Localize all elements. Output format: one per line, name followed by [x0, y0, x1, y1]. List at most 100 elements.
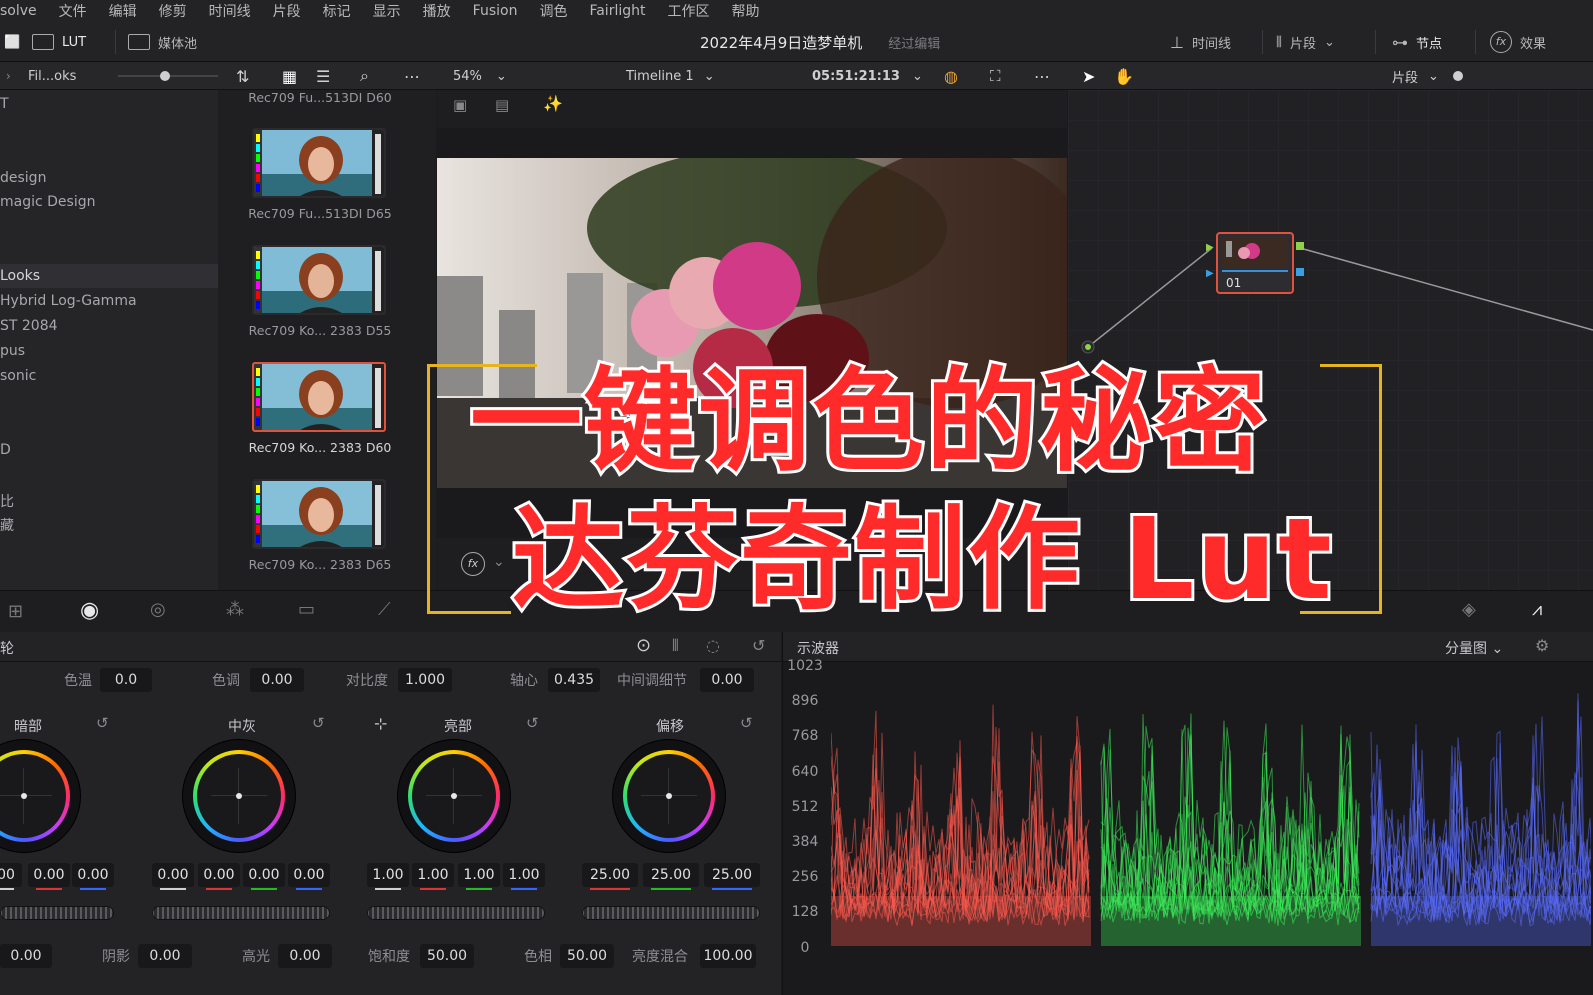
- menu-item[interactable]: 修剪: [159, 1, 187, 21]
- menu-item[interactable]: solve: [0, 3, 37, 19]
- lift-reset-icon[interactable]: ↺: [96, 714, 109, 732]
- tree-item[interactable]: magic Design: [0, 190, 218, 214]
- scope-mode-dropdown[interactable]: 分量图 ⌄: [1445, 638, 1503, 658]
- gamma-reset-icon[interactable]: ↺: [312, 714, 325, 732]
- contrast-field[interactable]: 1.000: [398, 668, 452, 692]
- keyframes-icon[interactable]: ◈: [1462, 599, 1476, 620]
- crosshair-icon[interactable]: ⊹: [374, 714, 387, 733]
- pivot-field[interactable]: 0.435: [548, 668, 600, 692]
- more-options-icon[interactable]: ⋯: [1034, 62, 1050, 90]
- single-view-icon[interactable]: ▣: [453, 96, 467, 114]
- lut-thumbnail-selected[interactable]: [252, 362, 386, 432]
- tint-field[interactable]: 0.00: [250, 668, 304, 692]
- lift-b-field[interactable]: 0.00: [72, 863, 114, 890]
- gain-wheel[interactable]: [398, 740, 510, 852]
- gamma-b-field[interactable]: 0.00: [288, 863, 330, 890]
- gain-b-field[interactable]: 1.00: [503, 863, 545, 890]
- primaries-wheels-icon[interactable]: ⊙: [636, 635, 651, 656]
- offset-g-field[interactable]: 25.00: [643, 863, 699, 890]
- tree-item[interactable]: T: [0, 92, 218, 116]
- gain-master-wheel[interactable]: [367, 906, 545, 920]
- scope-settings-icon[interactable]: ⚙: [1535, 636, 1549, 655]
- clips-button[interactable]: ⫼ 片段 ⌄: [1276, 22, 1335, 62]
- menu-item[interactable]: Fusion: [473, 3, 518, 19]
- pointer-icon[interactable]: ➤: [1082, 62, 1095, 90]
- motion-effects-icon[interactable]: ▭: [298, 599, 315, 620]
- tree-item[interactable]: design: [0, 166, 218, 190]
- temperature-field[interactable]: 0.0: [100, 668, 152, 692]
- tree-item[interactable]: 比: [0, 490, 218, 514]
- gain-reset-icon[interactable]: ↺: [526, 714, 539, 732]
- menu-item[interactable]: 标记: [323, 1, 351, 21]
- fullscreen-icon[interactable]: ⛶: [990, 62, 1001, 90]
- lift-wheel[interactable]: [0, 740, 80, 852]
- menu-item[interactable]: 工作区: [667, 1, 709, 21]
- menu-item[interactable]: Fairlight: [589, 3, 645, 19]
- offset-wheel[interactable]: [613, 740, 725, 852]
- lift-y-field[interactable]: 00: [0, 863, 22, 890]
- gain-r-field[interactable]: 1.00: [412, 863, 454, 890]
- highlights-field[interactable]: 0.00: [278, 944, 332, 968]
- midtone-detail-field[interactable]: 0.00: [700, 668, 754, 692]
- hue-field[interactable]: 50.00: [560, 944, 614, 968]
- log-wheels-icon[interactable]: ◌: [706, 636, 720, 655]
- lut-thumbnail[interactable]: [252, 479, 386, 549]
- gamma-wheel[interactable]: [183, 740, 295, 852]
- menu-item[interactable]: 播放: [423, 1, 451, 21]
- menu-item[interactable]: 片段: [273, 1, 301, 21]
- tree-item-looks[interactable]: Looks: [0, 264, 218, 288]
- primaries-bars-icon[interactable]: ⫴: [672, 636, 679, 656]
- magic-wand-icon[interactable]: ✨: [543, 94, 563, 113]
- curves-icon[interactable]: ⟋: [378, 599, 391, 620]
- luma-mix-field[interactable]: 100.00: [700, 944, 756, 968]
- gamma-g-field[interactable]: 0.00: [243, 863, 285, 890]
- gain-y-field[interactable]: 1.00: [367, 863, 409, 890]
- offset-reset-icon[interactable]: ↺: [740, 714, 753, 732]
- gamma-r-field[interactable]: 0.00: [198, 863, 240, 890]
- zoom-dropdown[interactable]: 54% ⌄: [453, 62, 507, 90]
- clip-mode-dropdown[interactable]: 片段 ⌄: [1392, 62, 1439, 90]
- search-icon[interactable]: ⌕: [360, 62, 369, 90]
- menu-item[interactable]: 帮助: [731, 1, 759, 21]
- gain-g-field[interactable]: 1.00: [458, 863, 500, 890]
- offset-master-wheel[interactable]: [582, 906, 760, 920]
- tree-item[interactable]: pus: [0, 339, 218, 363]
- color-boost-field[interactable]: 0.00: [0, 944, 52, 968]
- chevron-left-icon[interactable]: ›: [6, 62, 11, 90]
- lut-thumbnail[interactable]: [252, 245, 386, 315]
- menu-item[interactable]: 显示: [373, 1, 401, 21]
- timecode-dropdown[interactable]: 05:51:21:13 ⌄: [812, 62, 923, 90]
- effects-button[interactable]: fx 效果: [1490, 22, 1546, 62]
- thumb-size-slider[interactable]: [118, 62, 218, 90]
- gamma-master-wheel[interactable]: [152, 906, 330, 920]
- offset-b-field[interactable]: 25.00: [704, 863, 760, 890]
- reset-all-icon[interactable]: ↺: [752, 636, 765, 655]
- menu-item[interactable]: 文件: [59, 1, 87, 21]
- split-view-icon[interactable]: ▤: [495, 96, 509, 114]
- menu-item[interactable]: 调色: [539, 1, 567, 21]
- timeline-button[interactable]: ⊥ 时间线: [1170, 22, 1231, 62]
- hand-icon[interactable]: ✋: [1114, 62, 1134, 90]
- gamma-y-field[interactable]: 0.00: [152, 863, 194, 890]
- color-picker-icon[interactable]: ◍: [944, 62, 958, 90]
- list-view-icon[interactable]: ☰: [316, 62, 330, 90]
- camera-raw-icon[interactable]: ⊞: [8, 601, 23, 622]
- saturation-field[interactable]: 50.00: [420, 944, 474, 968]
- node-01[interactable]: 01 ▶ ▶: [1206, 232, 1304, 294]
- timeline-dropdown[interactable]: Timeline 1 ⌄: [626, 62, 715, 90]
- tree-item[interactable]: sonic: [0, 364, 218, 388]
- nodes-button[interactable]: ⊶ 节点: [1392, 22, 1442, 62]
- lut-button[interactable]: LUT: [32, 22, 86, 62]
- more-options-icon[interactable]: ⋯: [404, 62, 420, 90]
- tree-item[interactable]: Hybrid Log-Gamma: [0, 289, 218, 313]
- tree-item[interactable]: 藏: [0, 514, 218, 538]
- menu-item[interactable]: 编辑: [109, 1, 137, 21]
- media-pool-button[interactable]: 媒体池: [128, 22, 197, 62]
- lift-master-wheel[interactable]: [0, 906, 114, 920]
- shadows-field[interactable]: 0.00: [138, 944, 192, 968]
- scopes-icon[interactable]: ⩘: [1532, 599, 1542, 620]
- offset-r-field[interactable]: 25.00: [582, 863, 638, 890]
- lut-thumbnail[interactable]: [252, 128, 386, 198]
- hdr-wheels-icon[interactable]: ◎: [150, 599, 166, 620]
- sort-icon[interactable]: ⇅: [236, 62, 249, 90]
